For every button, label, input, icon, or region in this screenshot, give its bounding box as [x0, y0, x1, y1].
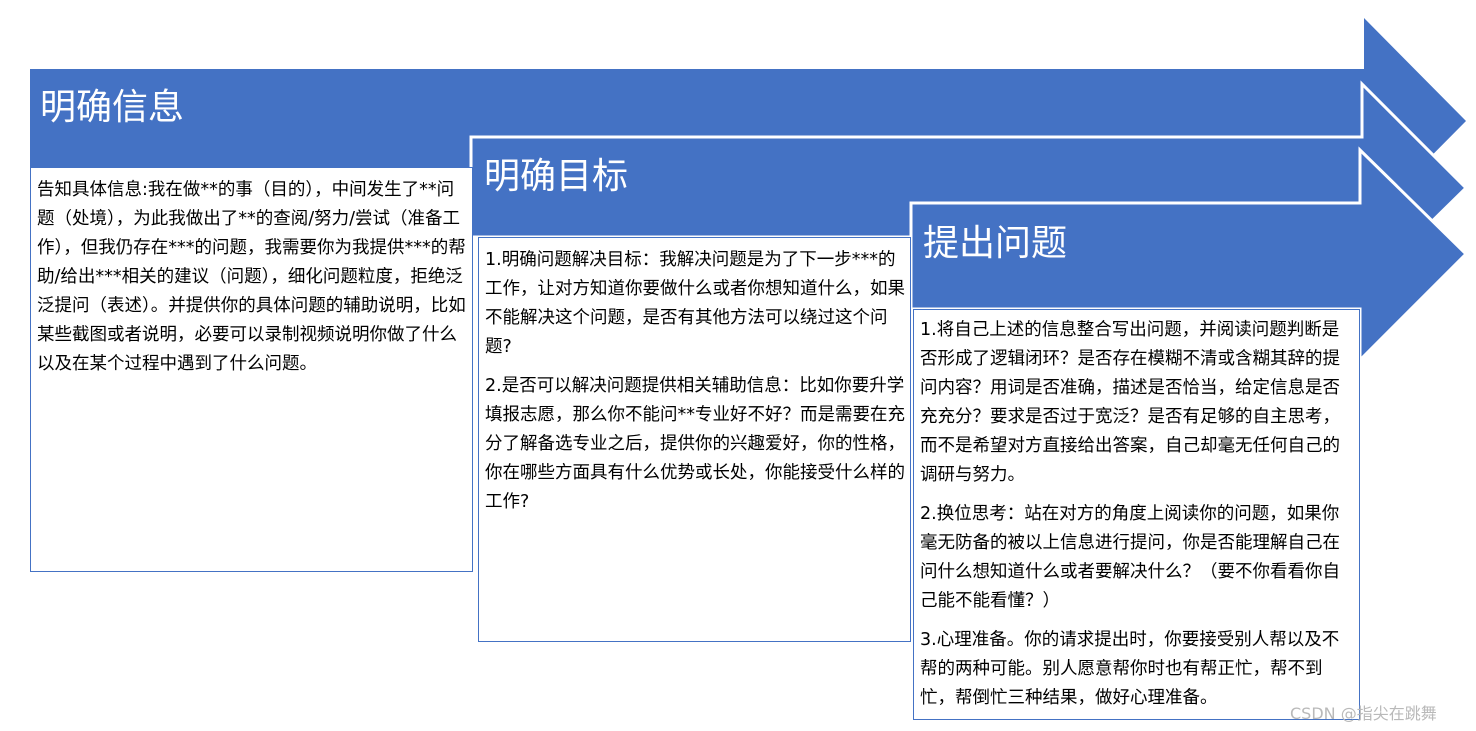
step-box-clarify-goal: 1.明确问题解决目标：我解决问题是为了下一步***的工作，让对方知道你要做什么或…: [478, 237, 911, 642]
step-paragraph: 告知具体信息:我在做**的事（目的），中间发生了**问题（处境），为此我做出了*…: [37, 180, 466, 374]
step-title-clarify-goal: 明确目标: [484, 156, 629, 197]
watermark: CSDN @指尖在跳舞: [1290, 704, 1437, 723]
step-paragraph: 1.明确问题解决目标：我解决问题是为了下一步***的工作，让对方知道你要做什么或…: [485, 250, 905, 357]
step-box-ask-question: 1.将自己上述的信息整合写出问题，并阅读问题判断是否形成了逻辑闭环？是否存在模糊…: [913, 309, 1360, 720]
step-paragraph: 1.将自己上述的信息整合写出问题，并阅读问题判断是否形成了逻辑闭环？是否存在模糊…: [920, 320, 1340, 485]
step-title-ask-question: 提出问题: [923, 223, 1068, 264]
step-paragraph: 2.换位思考：站在对方的角度上阅读你的问题，如果你毫无防备的被以上信息进行提问，…: [920, 504, 1340, 611]
step-paragraph: 2.是否可以解决问题提供相关辅助信息：比如你要升学填报志愿，那么你不能问**专业…: [485, 376, 905, 512]
step-box-clarify-info: 告知具体信息:我在做**的事（目的），中间发生了**问题（处境），为此我做出了*…: [30, 167, 473, 572]
step-title-clarify-info: 明确信息: [40, 87, 185, 128]
